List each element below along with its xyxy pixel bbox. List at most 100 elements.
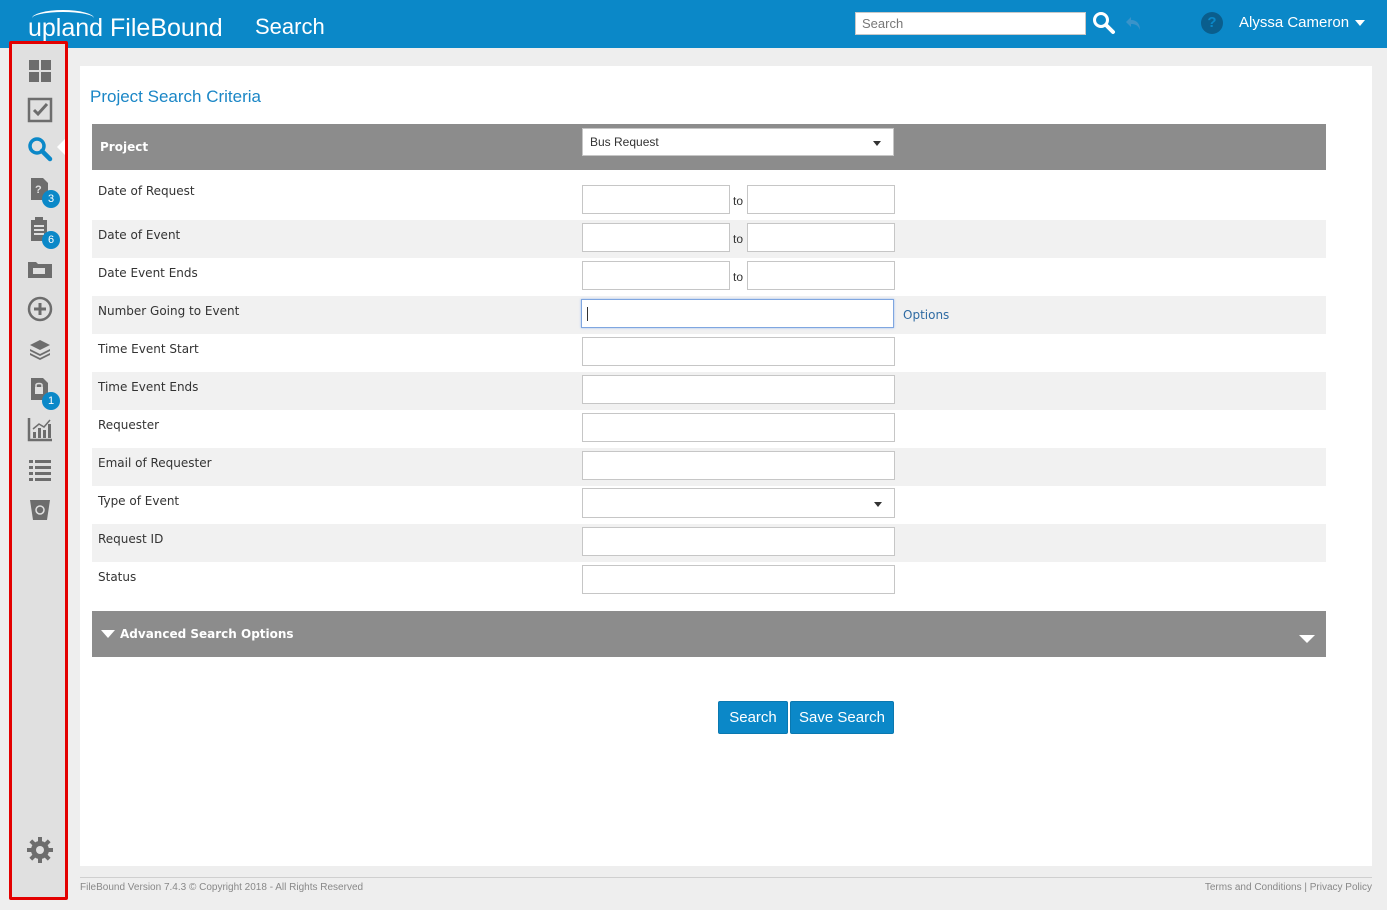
search-button[interactable]: Search xyxy=(718,701,788,734)
text-cursor xyxy=(587,307,588,321)
page-title: Search xyxy=(255,14,325,39)
privacy-link[interactable]: Privacy Policy xyxy=(1310,882,1372,893)
search-icon[interactable] xyxy=(1092,11,1116,35)
sidebar: ? 3 6 1 xyxy=(9,41,68,900)
field-row-date-of-request: Date of Request to xyxy=(92,172,1326,214)
field-row-email-of-requester: Email of Requester xyxy=(92,448,1326,486)
field-label: Time Event Start xyxy=(98,342,199,356)
date-event-ends-from-input[interactable] xyxy=(582,261,730,290)
date-event-ends-to-input[interactable] xyxy=(747,261,895,290)
layers-icon xyxy=(30,340,50,360)
field-row-type-of-event: Type of Event xyxy=(92,486,1326,524)
field-row-requester: Requester xyxy=(92,410,1326,448)
field-row-time-event-start: Time Event Start xyxy=(92,334,1326,372)
field-row-status: Status xyxy=(92,562,1326,600)
field-label: Number Going to Event xyxy=(98,304,240,318)
footer-version: FileBound Version 7.4.3 © Copyright 2018… xyxy=(80,882,364,893)
sidebar-item-unanswered[interactable]: ? 3 xyxy=(26,175,60,208)
user-menu[interactable]: Alyssa Cameron xyxy=(1239,14,1366,31)
brand-name-bold: FileBound xyxy=(110,14,223,42)
sidebar-item-dashboard[interactable] xyxy=(26,57,54,85)
project-select[interactable]: Bus Request xyxy=(582,128,894,156)
chevron-down-icon xyxy=(874,502,882,507)
triangle-down-icon xyxy=(101,630,115,638)
notification-badge: 1 xyxy=(42,392,60,410)
sidebar-item-clipboard[interactable]: 6 xyxy=(26,215,60,249)
sidebar-item-settings[interactable] xyxy=(26,836,54,864)
search-panel: Project Search Criteria Project Bus Requ… xyxy=(80,66,1372,866)
field-row-time-event-ends: Time Event Ends xyxy=(92,372,1326,410)
sidebar-item-folders[interactable] xyxy=(26,255,54,283)
notification-badge: 6 xyxy=(42,231,60,249)
footer-separator: | xyxy=(1304,882,1307,893)
report-chart-icon xyxy=(27,418,52,442)
date-of-request-to-input[interactable] xyxy=(747,185,895,214)
section-title: Project Search Criteria xyxy=(90,87,262,106)
sidebar-item-reports[interactable] xyxy=(26,415,54,443)
recycle-bin-icon xyxy=(30,500,50,520)
time-event-ends-input[interactable] xyxy=(582,375,895,404)
field-row-number-going: Number Going to Event Options xyxy=(92,296,1326,334)
dashboard-icon xyxy=(29,60,51,82)
terms-link[interactable]: Terms and Conditions xyxy=(1205,882,1302,893)
sidebar-item-checked-out[interactable]: 1 xyxy=(26,375,60,410)
request-id-input[interactable] xyxy=(582,527,895,556)
sidebar-item-list[interactable] xyxy=(26,455,54,483)
date-of-event-to-input[interactable] xyxy=(747,223,895,252)
chevron-down-icon xyxy=(873,141,881,146)
type-of-event-select[interactable] xyxy=(582,488,895,518)
list-icon xyxy=(29,460,51,481)
undo-icon[interactable] xyxy=(1124,13,1144,33)
sidebar-item-recycle-bin[interactable] xyxy=(26,495,54,523)
brand-name-light: upland xyxy=(28,14,104,42)
field-row-date-event-ends: Date Event Ends to xyxy=(92,258,1326,296)
footer-divider xyxy=(80,877,1372,878)
date-of-request-from-input[interactable] xyxy=(582,185,730,214)
svg-text:?: ? xyxy=(35,184,42,196)
requester-input[interactable] xyxy=(582,413,895,442)
range-to-label: to xyxy=(733,194,744,208)
field-label: Date of Event xyxy=(98,228,181,242)
field-label: Time Event Ends xyxy=(98,380,199,394)
footer-links: Terms and Conditions | Privacy Policy xyxy=(1205,882,1372,893)
range-to-label: to xyxy=(733,232,744,246)
field-row-request-id: Request ID xyxy=(92,524,1326,562)
status-input[interactable] xyxy=(582,565,895,594)
project-label: Project xyxy=(100,140,149,154)
project-bar: Project Bus Request xyxy=(92,124,1326,170)
sidebar-item-layers[interactable] xyxy=(26,335,54,363)
save-search-button[interactable]: Save Search xyxy=(790,701,894,734)
sidebar-item-add[interactable] xyxy=(26,295,54,323)
chevron-down-icon xyxy=(1355,20,1366,27)
gear-icon xyxy=(27,837,53,863)
chevron-down-icon[interactable] xyxy=(1299,635,1315,643)
field-label: Email of Requester xyxy=(98,456,212,470)
number-going-input[interactable] xyxy=(581,299,894,328)
project-selected-value: Bus Request xyxy=(590,135,659,149)
add-circle-icon xyxy=(27,296,53,322)
sidebar-item-search[interactable] xyxy=(26,135,54,163)
field-label: Type of Event xyxy=(98,494,180,508)
advanced-search-label: Advanced Search Options xyxy=(120,627,294,641)
range-to-label: to xyxy=(733,270,744,284)
global-search-input[interactable] xyxy=(855,12,1086,35)
folder-icon xyxy=(28,262,52,278)
options-link[interactable]: Options xyxy=(903,308,949,322)
field-label: Date Event Ends xyxy=(98,266,198,280)
field-label: Date of Request xyxy=(98,184,195,198)
field-label: Requester xyxy=(98,418,160,432)
field-row-date-of-event: Date of Event to xyxy=(92,220,1326,258)
checkbox-icon xyxy=(27,97,53,123)
time-event-start-input[interactable] xyxy=(582,337,895,366)
user-name: Alyssa Cameron xyxy=(1239,14,1350,31)
date-of-event-from-input[interactable] xyxy=(582,223,730,252)
sidebar-item-tasks[interactable] xyxy=(26,96,54,124)
top-bar: upland FileBound Search ? Alyssa Cameron xyxy=(0,0,1387,48)
notification-badge: 3 xyxy=(42,190,60,208)
advanced-search-toggle[interactable]: Advanced Search Options xyxy=(92,611,1326,657)
email-of-requester-input[interactable] xyxy=(582,451,895,480)
search-icon xyxy=(28,137,53,162)
active-indicator xyxy=(57,139,65,155)
help-icon[interactable]: ? xyxy=(1201,12,1223,34)
field-label: Status xyxy=(98,570,137,584)
